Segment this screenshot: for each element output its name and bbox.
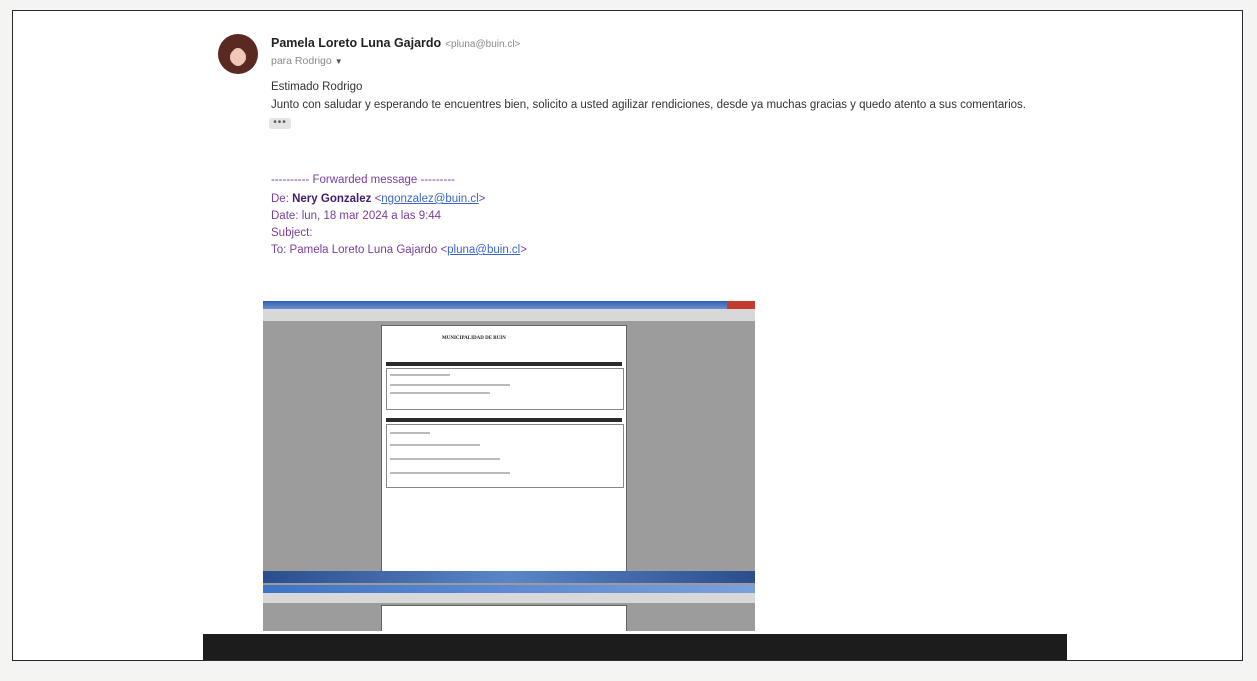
show-trimmed-content-button[interactable]: ••• — [269, 118, 291, 129]
forwarded-to-email-link[interactable]: pluna@buin.cl — [447, 244, 520, 256]
embedded-window-titlebar — [263, 301, 755, 309]
chevron-down-icon[interactable]: ▼ — [335, 57, 343, 66]
email-body: Junto con saludar y esperando te encuent… — [271, 99, 1026, 111]
forwarded-from: De: Nery Gonzalez <ngonzalez@buin.cl> — [271, 193, 486, 205]
screenshot-frame: Pamela Loreto Luna Gajardo <pluna@buin.cl… — [12, 10, 1243, 661]
forwarded-from-email-link[interactable]: ngonzalez@buin.cl — [381, 193, 478, 205]
embedded-toolbar-2 — [263, 593, 755, 603]
sender-name[interactable]: Pamela Loreto Luna Gajardo — [271, 36, 441, 50]
embedded-document-page-2 — [381, 605, 627, 631]
embedded-doc-title: MUNICIPALIDAD DE BUIN — [442, 336, 506, 341]
forwarded-date: Date: lun, 18 mar 2024 a las 9:44 — [271, 210, 442, 222]
embedded-document-page: MUNICIPALIDAD DE BUIN — [381, 325, 627, 575]
embedded-toolbar — [263, 309, 755, 321]
recipient-label: para Rodrigo — [271, 55, 332, 67]
forwarded-date-value: lun, 18 mar 2024 a las 9:44 — [301, 210, 442, 222]
forwarded-separator: ---------- Forwarded message --------- — [271, 174, 455, 186]
forwarded-to-name: Pamela Loreto Luna Gajardo — [289, 244, 438, 256]
email-greeting: Estimado Rodrigo — [271, 81, 363, 93]
sender-email: <pluna@buin.cl> — [445, 39, 521, 50]
recipient-line[interactable]: para Rodrigo ▼ — [271, 55, 343, 67]
embedded-taskbar — [263, 571, 755, 583]
bottom-dark-strip — [203, 634, 1067, 660]
forwarded-subject: Subject: — [271, 227, 313, 239]
sender-line: Pamela Loreto Luna Gajardo <pluna@buin.cl… — [271, 36, 520, 50]
avatar[interactable] — [218, 34, 258, 74]
embedded-window-titlebar-2 — [263, 585, 755, 593]
embedded-screenshot-image[interactable]: MUNICIPALIDAD DE BUIN — [263, 301, 755, 631]
forwarded-from-name: Nery Gonzalez — [292, 193, 372, 205]
forwarded-to: To: Pamela Loreto Luna Gajardo <pluna@bu… — [271, 244, 527, 256]
